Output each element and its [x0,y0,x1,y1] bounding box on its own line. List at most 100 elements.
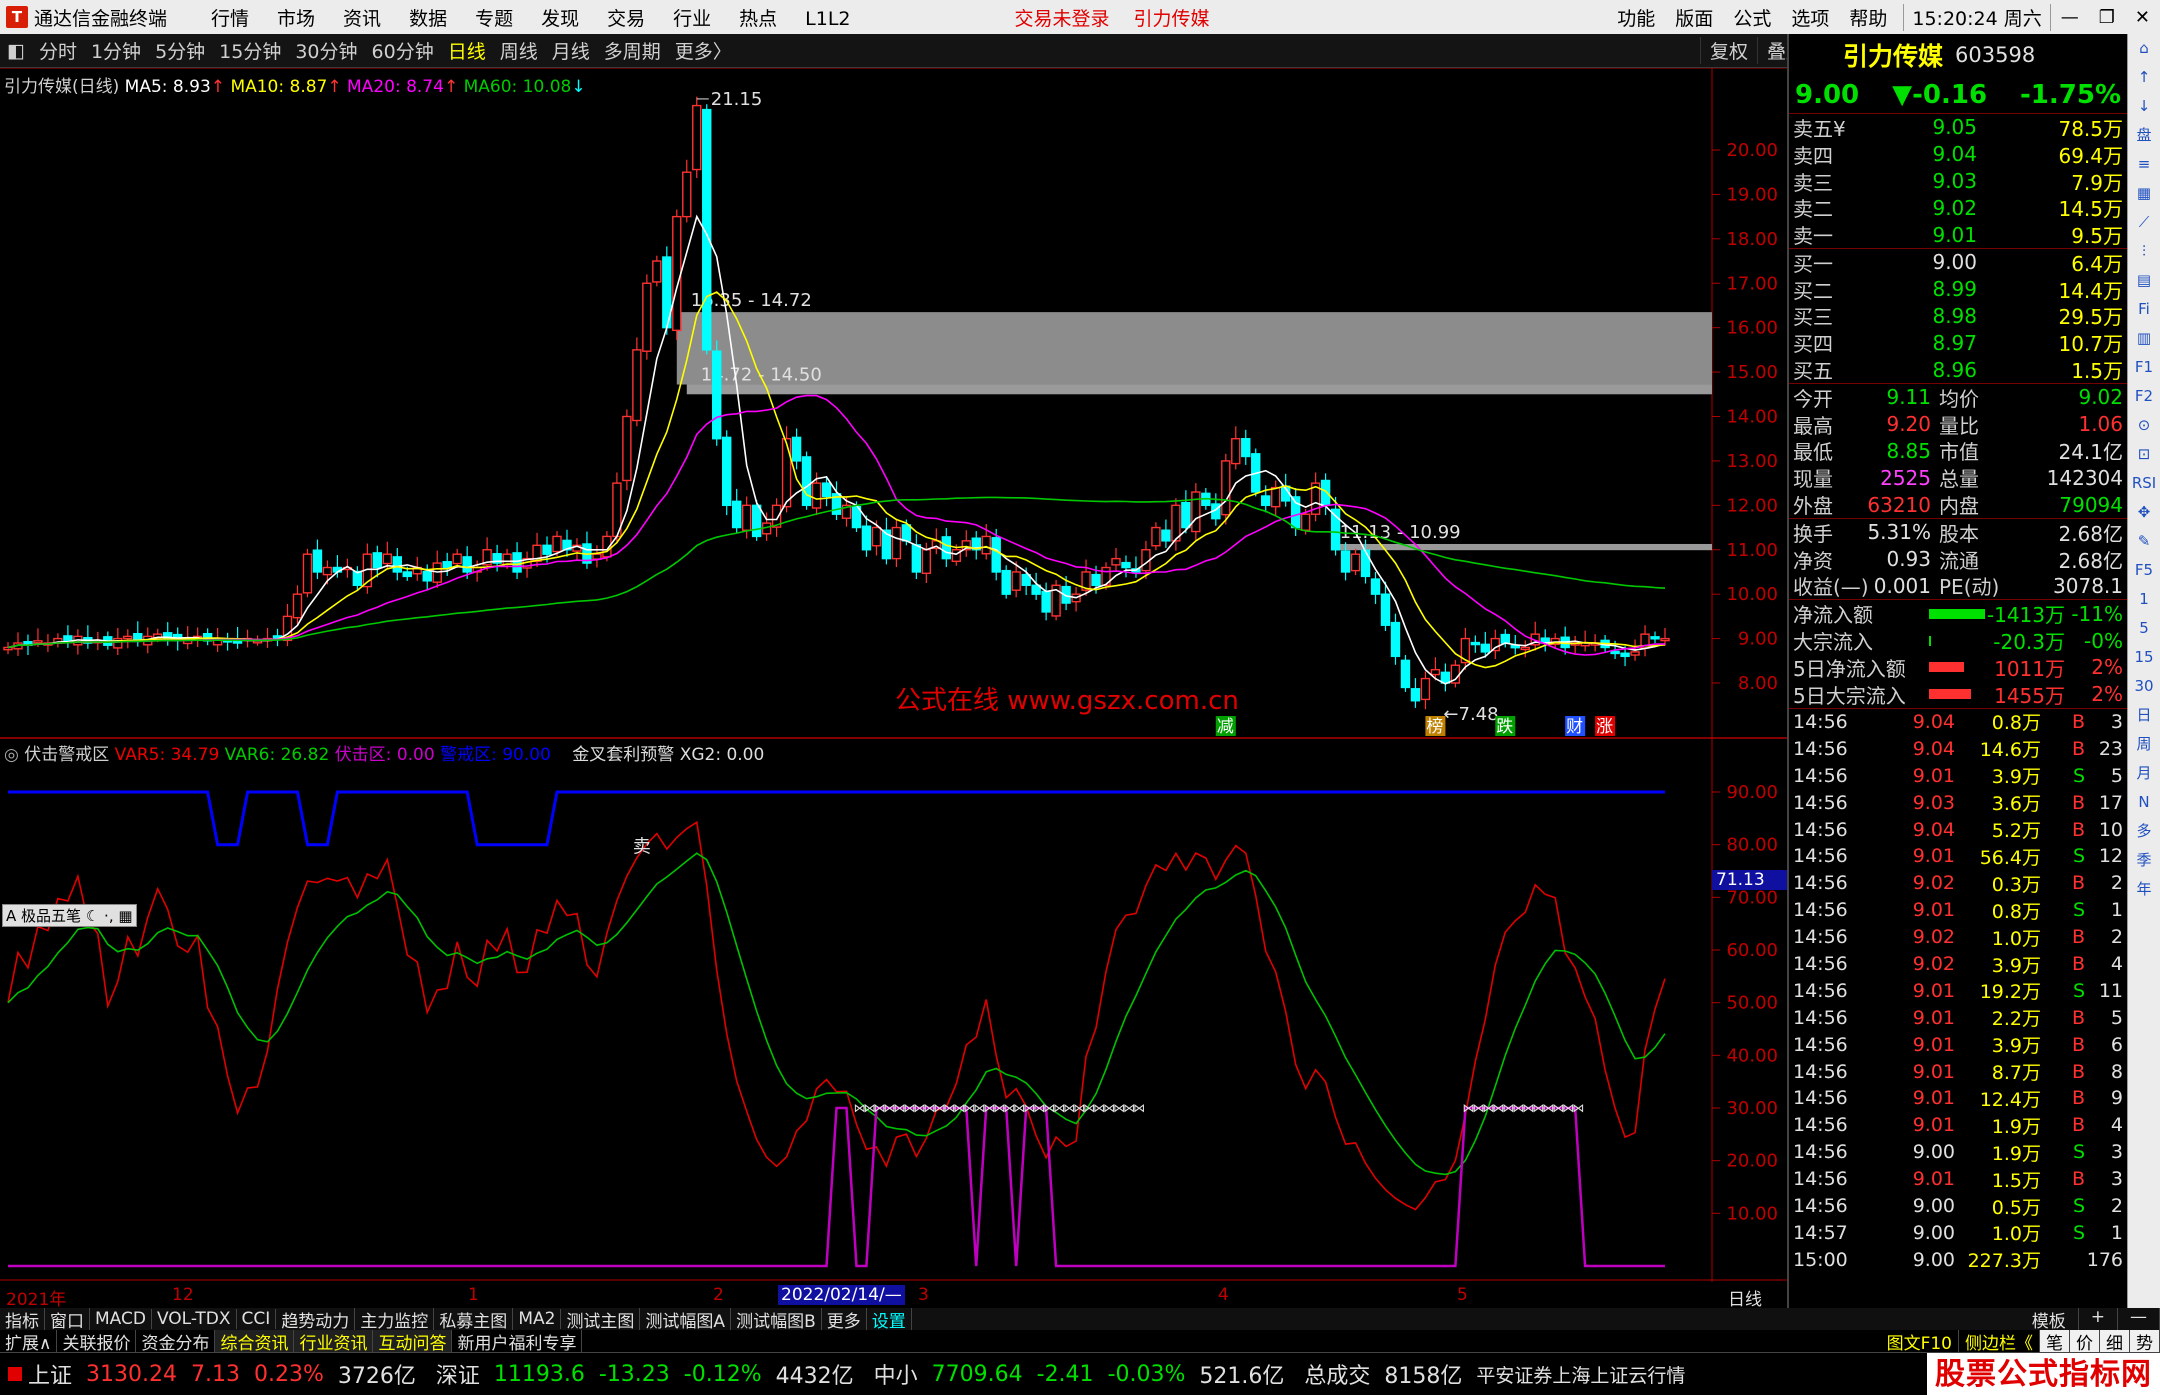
right-menu-item[interactable]: 帮助 [1849,8,1887,30]
period-tab[interactable]: 分时 [32,37,84,64]
x-axis-period[interactable]: 日线 [1728,1285,1762,1310]
bid-row[interactable]: 买五 8.96 1.5万 [1789,356,2127,384]
minimize-icon[interactable]: — [2061,7,2079,28]
indicator-tab[interactable]: 窗口 [45,1308,90,1330]
side-tool-icon[interactable]: ↑ [2128,63,2160,92]
side-tool-icon[interactable]: 30 [2128,672,2160,701]
indicator-tab[interactable]: 设置 [867,1308,912,1330]
template-button[interactable]: + [2079,1308,2118,1330]
template-button[interactable]: 模板 [2020,1308,2079,1330]
bid-row[interactable]: 买二 8.99 14.4万 [1789,276,2127,303]
extension-tab[interactable]: 资金分布 [136,1330,216,1352]
side-tool-icon[interactable]: ⊡ [2128,440,2160,469]
side-tool-icon[interactable]: F5 [2128,556,2160,585]
side-tab[interactable]: 侧边栏《 [1959,1330,2040,1352]
side-tool-icon[interactable]: ↓ [2128,92,2160,121]
period-tab[interactable]: 月线 [545,37,597,64]
side-tool-icon[interactable]: 年 [2128,875,2160,904]
tick-list[interactable]: 14:56 9.04 0.8万 B 3 14:56 9.04 14.6万 B 23 14:56 9.0… [1789,709,2127,1274]
extension-tab[interactable]: 关联报价 [57,1330,137,1352]
zx-name[interactable]: 中小 [874,1358,918,1390]
restore-icon[interactable]: ❐ [2099,7,2115,28]
side-tool-icon[interactable]: 1 [2128,585,2160,614]
indicator-tab[interactable]: 私募主图 [434,1308,514,1330]
side-tool-icon[interactable]: ⟋ [2128,208,2160,237]
panel-toggle-icon[interactable]: ◧ [0,40,32,62]
sub-collapse-icon[interactable]: ◎ [4,745,19,765]
side-tool-icon[interactable]: 季 [2128,846,2160,875]
side-tool-icon[interactable]: 周 [2128,730,2160,759]
kline-chart-svg[interactable]: 8.00 9.00 10.00 11.00 12.00 13.00 14.00 15.00 16… [0,68,1787,1282]
side-tool-icon[interactable]: ≡ [2128,150,2160,179]
trade-login-link[interactable]: 交易未登录 [1015,4,1110,31]
menu-item[interactable]: L1L2 [805,8,850,30]
menu-item[interactable]: 资讯 [343,8,381,30]
close-icon[interactable]: ✕ [2135,7,2150,28]
indicator-tab[interactable]: MA2 [513,1309,562,1329]
side-tool-icon[interactable]: 盘 [2128,121,2160,150]
menu-item[interactable]: 数据 [409,8,447,30]
indicator-tab[interactable]: 测试幅图A [640,1308,732,1330]
indicator-tab[interactable]: VOL-TDX [152,1309,237,1329]
right-menu-item[interactable]: 选项 [1791,8,1829,30]
period-tab[interactable]: 更多〉 [668,37,739,64]
side-tool-icon[interactable]: ▦ [2128,179,2160,208]
indicator-tab[interactable]: 指标 [0,1308,45,1330]
menu-item[interactable]: 行业 [673,8,711,30]
side-tool-icon[interactable]: ▤ [2128,266,2160,295]
side-tool-icon[interactable]: ⊙ [2128,411,2160,440]
ask-row[interactable]: 卖五¥ 9.05 78.5万 [1789,114,2127,141]
ask-row[interactable]: 卖二 9.02 14.5万 [1789,194,2127,222]
extension-tab[interactable]: 新用户福利专享 [452,1330,583,1352]
stock-title-link[interactable]: 引力传媒 [1134,4,1210,31]
indicator-tab[interactable]: 测试主图 [561,1308,641,1330]
ask-row[interactable]: 卖一 9.01 9.5万 [1789,221,2127,249]
side-tool-icon[interactable]: 月 [2128,759,2160,788]
bid-row[interactable]: 买一 9.00 6.4万 [1789,249,2127,276]
side-tool-icon[interactable]: ✎ [2128,527,2160,556]
period-tab[interactable]: 周线 [493,37,545,64]
period-tab[interactable]: 日线 [441,37,493,64]
right-menu-item[interactable]: 公式 [1733,8,1771,30]
period-tab[interactable]: 5分钟 [148,37,212,64]
bid-row[interactable]: 买四 8.97 10.7万 [1789,329,2127,357]
side-tool-icon[interactable]: 多 [2128,817,2160,846]
period-tab[interactable]: 15分钟 [212,37,288,64]
side-tab[interactable]: 笔 [2040,1330,2070,1352]
extension-tab[interactable]: 行业资讯 [294,1330,374,1352]
side-tool-icon[interactable]: N [2128,788,2160,817]
side-tab[interactable]: 细 [2100,1330,2130,1352]
side-tool-icon[interactable]: ⫶ [2128,237,2160,266]
sh-name[interactable]: 上证 [28,1358,72,1390]
bid-row[interactable]: 买三 8.98 29.5万 [1789,303,2127,330]
side-tool-icon[interactable]: F2 [2128,382,2160,411]
indicator-tab[interactable]: 更多 [822,1308,867,1330]
ime-toolbar[interactable]: A 极品五笔 ☾ ·, ▦ [2,904,137,927]
menu-item[interactable]: 发现 [541,8,579,30]
side-tab[interactable]: 价 [2070,1330,2100,1352]
indicator-tab[interactable]: CCI [237,1309,277,1329]
menu-item[interactable]: 交易 [607,8,645,30]
kline-chart-area[interactable]: 8.00 9.00 10.00 11.00 12.00 13.00 14.00 15.00 16… [0,68,1787,1310]
indicator-tab[interactable]: 趋势动力 [276,1308,356,1330]
period-tab[interactable]: 30分钟 [288,37,364,64]
right-menu-item[interactable]: 版面 [1675,8,1713,30]
side-tool-icon[interactable]: 15 [2128,643,2160,672]
chart-tool-button[interactable]: 复权 [1699,37,1757,64]
side-tab[interactable]: 势 [2130,1330,2160,1352]
side-tool-icon[interactable]: F1 [2128,353,2160,382]
ask-row[interactable]: 卖三 9.03 7.9万 [1789,168,2127,195]
menu-item[interactable]: 市场 [277,8,315,30]
period-tab[interactable]: 多周期 [597,37,668,64]
indicator-tab[interactable]: 主力监控 [355,1308,435,1330]
side-tool-icon[interactable]: ✥ [2128,498,2160,527]
indicator-tab[interactable]: MACD [90,1309,152,1329]
side-tool-icon[interactable]: ⌂ [2128,34,2160,63]
period-tab[interactable]: 60分钟 [365,37,441,64]
extension-tab[interactable]: 综合资讯 [215,1330,295,1352]
period-tab[interactable]: 1分钟 [84,37,148,64]
indicator-tab[interactable]: 测试幅图B [731,1308,822,1330]
side-tool-icon[interactable]: RSI [2128,469,2160,498]
side-tool-icon[interactable]: Fi [2128,295,2160,324]
side-tool-icon[interactable]: 日 [2128,701,2160,730]
